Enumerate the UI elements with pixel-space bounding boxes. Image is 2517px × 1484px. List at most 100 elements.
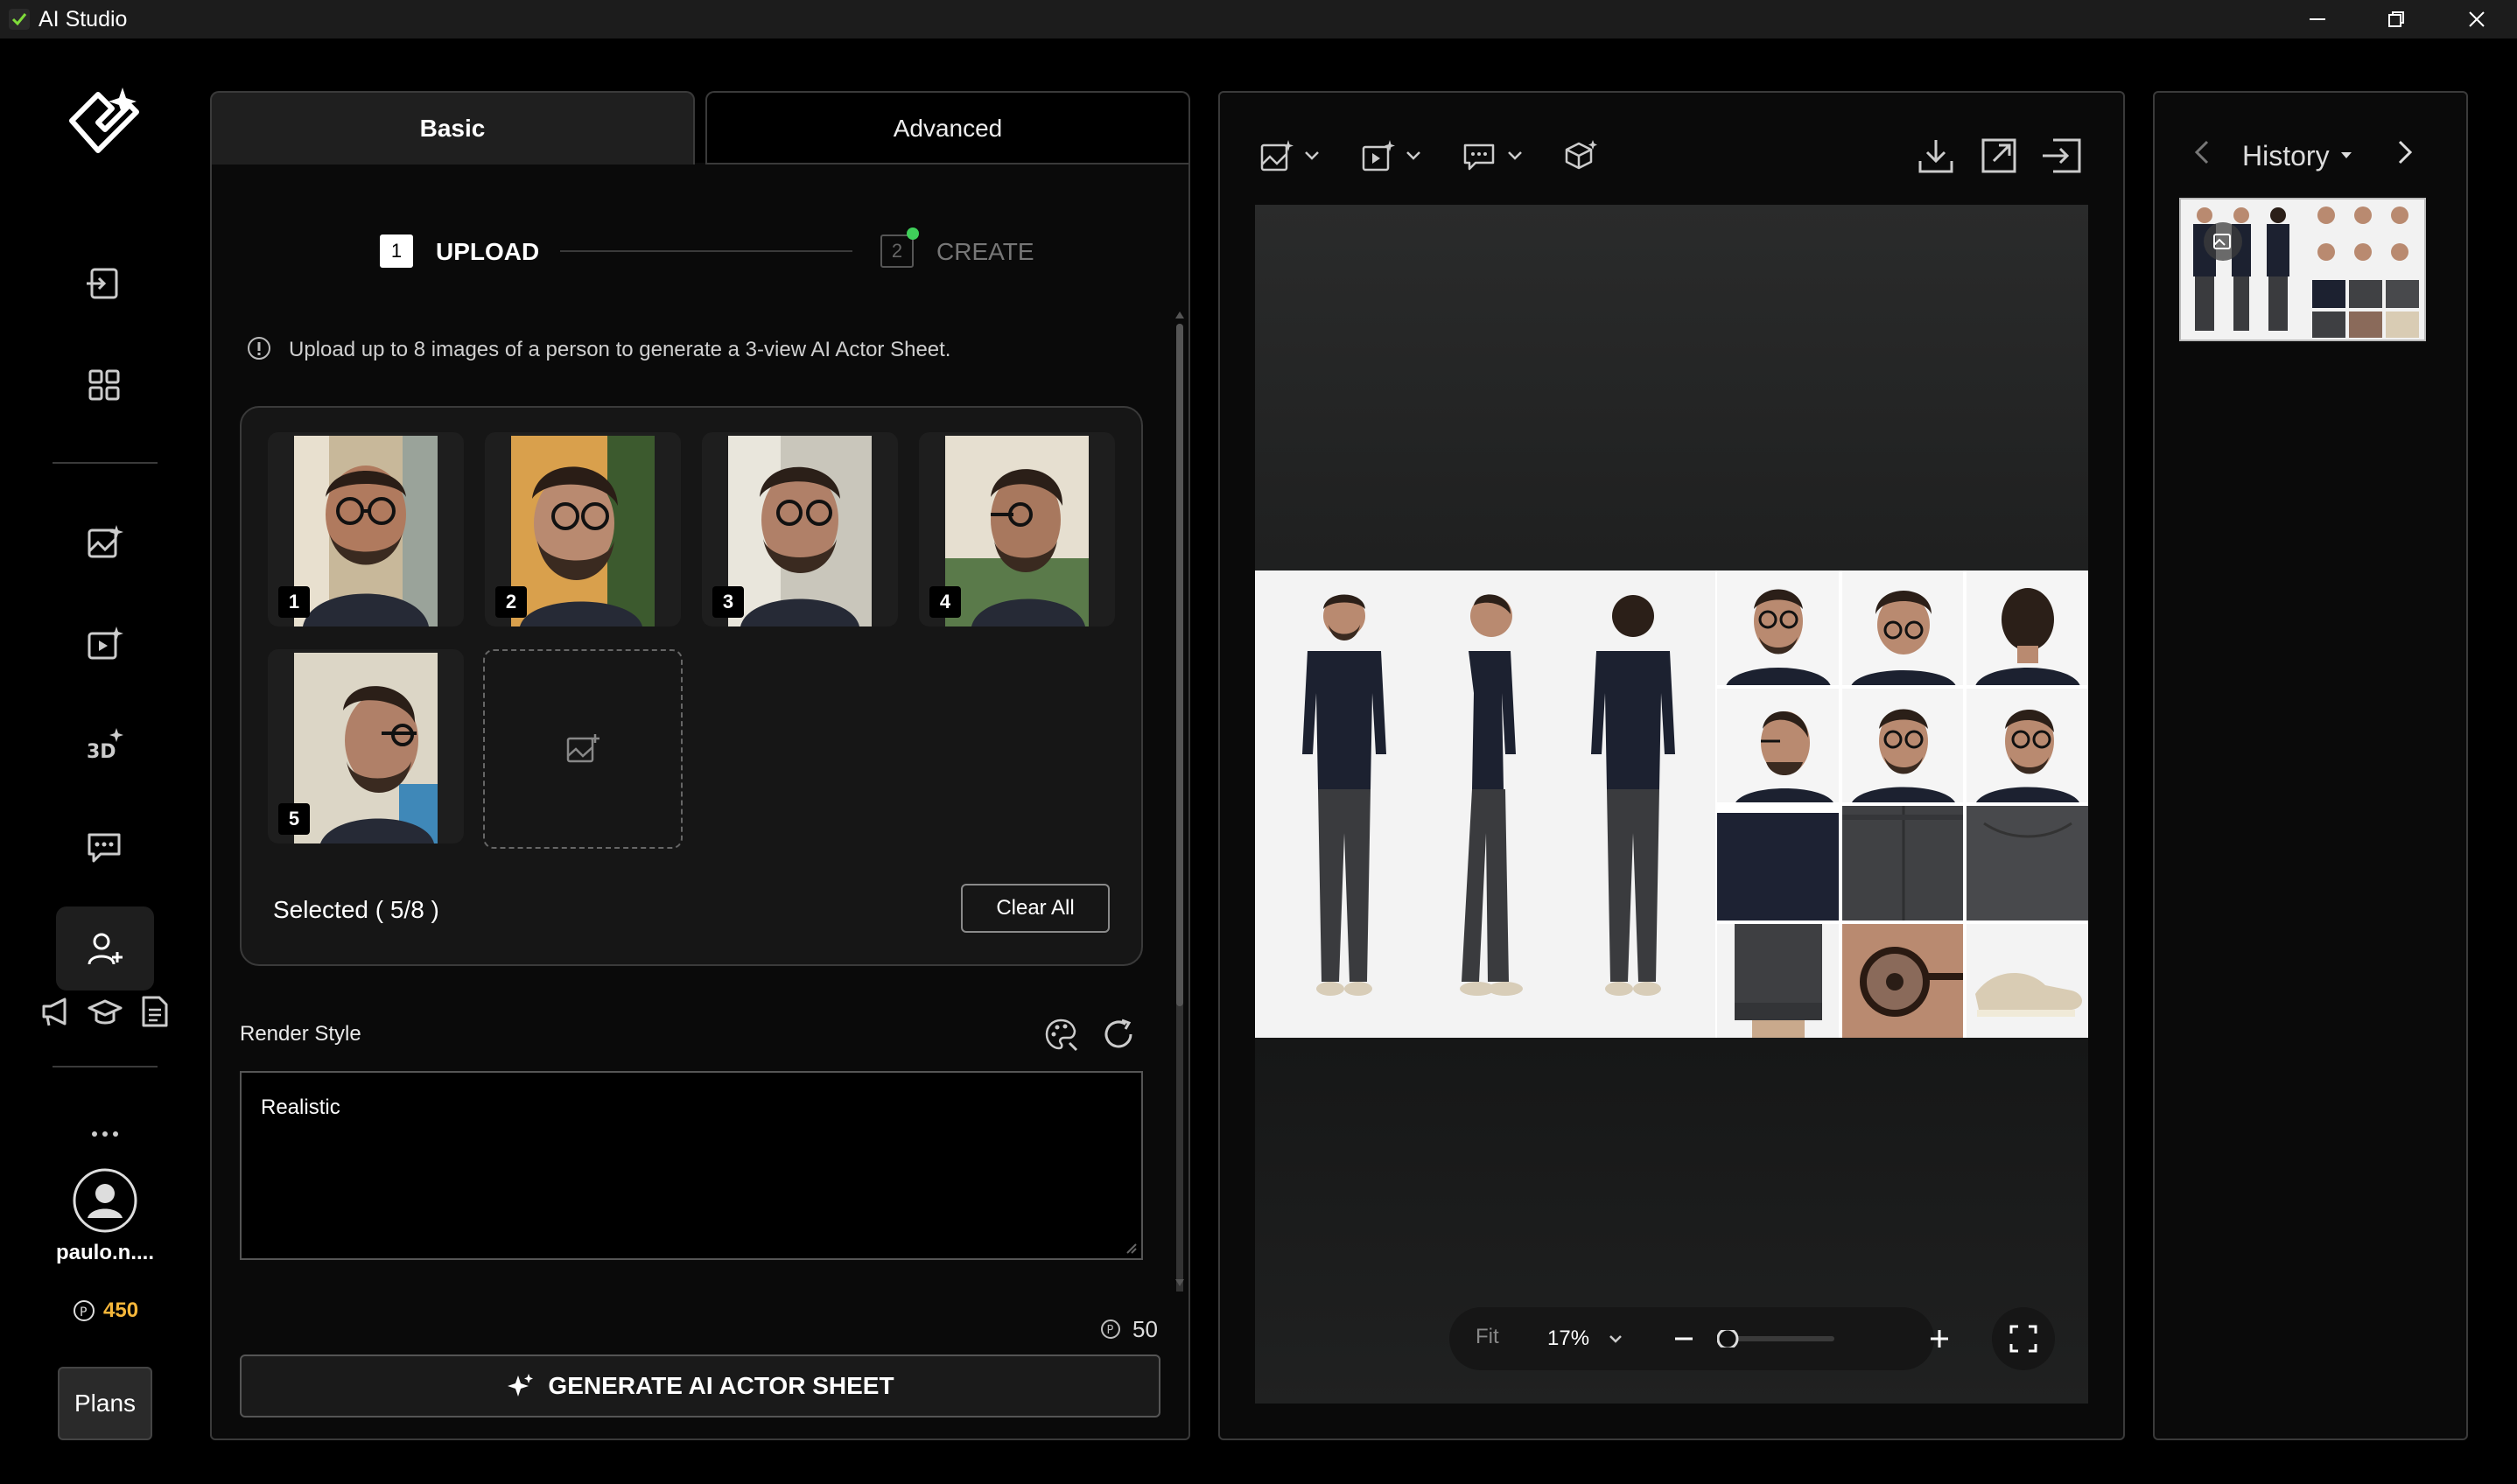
megaphone-icon[interactable] — [39, 994, 74, 1029]
more-icon[interactable] — [88, 1125, 123, 1143]
grid-icon[interactable] — [76, 357, 132, 413]
sweater-fabric-crop — [1717, 806, 1839, 920]
video-ai-icon — [1362, 140, 1395, 172]
minimize-button[interactable] — [2279, 0, 2356, 38]
step-connector — [560, 250, 852, 252]
video-tool-dropdown[interactable] — [1360, 138, 1439, 173]
actor-icon[interactable] — [56, 906, 154, 990]
thumbnail-number: 4 — [929, 586, 961, 618]
chevron-down-icon — [1305, 151, 1319, 160]
zoom-out-icon[interactable] — [1672, 1326, 1696, 1351]
fit-button[interactable]: Fit — [1476, 1325, 1499, 1349]
zoom-slider[interactable] — [1717, 1330, 1834, 1348]
generate-button[interactable]: GENERATE AI ACTOR SHEET — [240, 1354, 1160, 1418]
portrait-photo — [511, 436, 655, 626]
import-icon[interactable] — [76, 256, 132, 312]
zoom-control-bar: Fit 17% — [1449, 1307, 1948, 1370]
expand-icon[interactable] — [1980, 136, 2018, 175]
upload-thumbnail[interactable]: 2 — [485, 432, 681, 626]
portrait-photo — [294, 436, 438, 626]
step-1-label: UPLOAD — [436, 238, 540, 265]
upload-thumbnail[interactable]: 5 — [268, 649, 464, 844]
actor-sheet-image[interactable] — [1255, 570, 2088, 1038]
panel-scrollbar[interactable] — [1173, 308, 1187, 1292]
chevron-down-icon — [1406, 151, 1420, 160]
palette-icon[interactable] — [1043, 1017, 1078, 1052]
close-window-button[interactable] — [2438, 0, 2515, 38]
download-icon[interactable] — [1917, 136, 1955, 175]
thumbnail-number: 5 — [278, 803, 310, 835]
fullscreen-icon[interactable] — [1992, 1307, 2055, 1370]
generate-cost: 50 — [1132, 1316, 1158, 1342]
window-title: AI Studio — [39, 7, 128, 32]
title-bar: AI Studio — [0, 0, 2517, 38]
sneakers-crop — [1967, 923, 2088, 1038]
upload-thumbnail[interactable]: 1 — [268, 432, 464, 626]
step-1-badge: 1 — [380, 234, 413, 268]
thumbnail-number: 1 — [278, 586, 310, 618]
image-ai-icon[interactable] — [76, 514, 132, 570]
svg-text:P: P — [80, 1306, 87, 1320]
glasses-closeup-crop — [1841, 923, 1964, 1038]
zoom-value: 17% — [1547, 1326, 1590, 1350]
refresh-icon[interactable] — [1101, 1017, 1136, 1052]
clear-all-button[interactable]: Clear All — [961, 884, 1110, 933]
credits-icon: P — [72, 1298, 96, 1323]
tab-basic[interactable]: Basic — [210, 91, 695, 164]
step-2-badge: 2 — [880, 234, 914, 268]
app-logo-icon[interactable] — [63, 84, 147, 161]
document-icon[interactable] — [137, 994, 172, 1029]
history-thumbnail[interactable] — [2179, 198, 2426, 341]
selected-count: Selected ( 5/8 ) — [273, 896, 439, 923]
plans-button[interactable]: Plans — [58, 1367, 152, 1440]
graduation-cap-icon[interactable] — [88, 994, 123, 1029]
chevron-down-icon — [1609, 1335, 1622, 1343]
add-image-slot[interactable] — [483, 649, 683, 849]
rail-divider — [53, 1066, 158, 1068]
restore-button[interactable] — [2358, 0, 2435, 38]
chat-tool-dropdown[interactable] — [1462, 138, 1540, 173]
detail-grid — [1717, 570, 2088, 1038]
info-text: Upload up to 8 images of a person to gen… — [289, 338, 951, 361]
credits-icon: P — [1099, 1318, 1122, 1340]
step-2-label: CREATE — [936, 238, 1034, 265]
caret-down-icon — [2340, 152, 2352, 158]
credits-count: 450 — [103, 1298, 139, 1322]
history-title: History — [2242, 139, 2330, 172]
3d-cube-icon[interactable] — [1563, 138, 1598, 173]
full-body-views — [1255, 570, 1715, 1038]
pants-front-crop — [1841, 806, 1964, 920]
tab-advanced[interactable]: Advanced — [705, 91, 1190, 164]
chevron-down-icon — [1508, 151, 1522, 160]
portrait-photo — [945, 436, 1089, 626]
history-dropdown[interactable]: History — [2242, 138, 2365, 173]
avatar-icon[interactable] — [72, 1167, 138, 1234]
rail-divider — [53, 462, 158, 464]
head-three-quarter-crop — [1967, 688, 2088, 802]
head-back-crop — [1967, 570, 2088, 685]
svg-text:3D: 3D — [87, 741, 116, 763]
upload-thumbnail[interactable]: 3 — [702, 432, 898, 626]
video-ai-icon[interactable] — [76, 616, 132, 672]
thumbnail-number: 2 — [495, 586, 527, 618]
info-icon — [247, 336, 271, 360]
head-side-crop — [1717, 688, 1839, 802]
zoom-dropdown[interactable]: 17% — [1547, 1325, 1644, 1353]
thumbnail-number: 3 — [712, 586, 744, 618]
status-dot — [907, 228, 919, 240]
3d-ai-icon[interactable]: 3D — [76, 718, 132, 774]
image-tool-dropdown[interactable] — [1258, 138, 1337, 173]
chat-icon[interactable] — [76, 819, 132, 875]
image-ai-icon — [1260, 140, 1294, 172]
portrait-photo — [728, 436, 872, 626]
generate-label: GENERATE AI ACTOR SHEET — [548, 1372, 894, 1399]
history-prev-icon[interactable] — [2191, 138, 2212, 166]
zoom-in-icon[interactable] — [1927, 1326, 1952, 1351]
head-down-crop — [1841, 570, 1964, 685]
upload-thumbnail[interactable]: 4 — [919, 432, 1115, 626]
render-style-input[interactable]: Realistic — [240, 1071, 1143, 1260]
export-icon[interactable] — [2041, 136, 2083, 175]
resize-handle — [1126, 1243, 1137, 1254]
history-next-icon[interactable] — [2394, 138, 2415, 166]
app-icon — [9, 9, 30, 30]
